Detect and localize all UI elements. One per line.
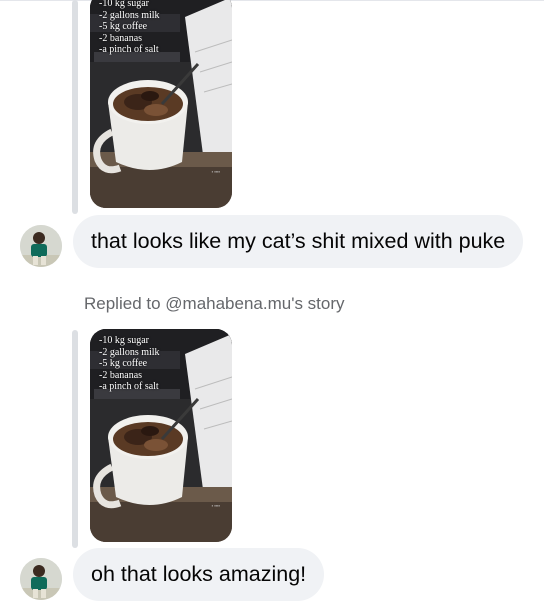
caption-line: -10 kg sugar (99, 335, 149, 346)
story-watermark: ▪ ▪▪▪▪ (211, 169, 220, 174)
story-caption: -10 kg sugar -2 gallons milk -5 kg coffe… (99, 0, 160, 56)
caption-line: -2 bananas (99, 32, 143, 44)
story-preview-image[interactable]: -10 kg sugar -2 gallons milk -5 kg coffe… (90, 0, 232, 208)
caption-line: -5 kg coffee (99, 21, 148, 32)
caption-line: -a pinch of salt (99, 44, 159, 55)
avatar-photo (20, 558, 62, 600)
caption-line: -5 kg coffee (99, 358, 148, 369)
story-caption: -10 kg sugar -2 gallons milk -5 kg coffe… (99, 335, 160, 393)
reply-indicator-bar (72, 330, 78, 548)
caption-line: -10 kg sugar (99, 0, 149, 9)
message-text: oh that looks amazing! (91, 562, 307, 586)
caption-line: -2 gallons milk (99, 9, 160, 21)
reply-indicator-bar (72, 0, 78, 214)
top-divider (0, 0, 544, 1)
message-text: that looks like my cat’s shit mixed with… (91, 229, 506, 253)
story-preview-image[interactable]: -10 kg sugar -2 gallons milk -5 kg coffe… (90, 329, 232, 542)
sender-avatar[interactable] (20, 225, 62, 267)
sender-avatar[interactable] (20, 558, 62, 600)
caption-line: -2 gallons milk (99, 346, 160, 358)
story-watermark: ▪ ▪▪▪▪ (211, 503, 220, 508)
message-bubble[interactable]: oh that looks amazing! (73, 548, 325, 601)
avatar-photo (20, 225, 62, 267)
replied-to-label: Replied to @mahabena.mu's story (84, 294, 345, 313)
message-bubble[interactable]: that looks like my cat’s shit mixed with… (73, 215, 524, 268)
caption-line: -2 bananas (99, 369, 143, 381)
caption-line: -a pinch of salt (99, 381, 159, 392)
